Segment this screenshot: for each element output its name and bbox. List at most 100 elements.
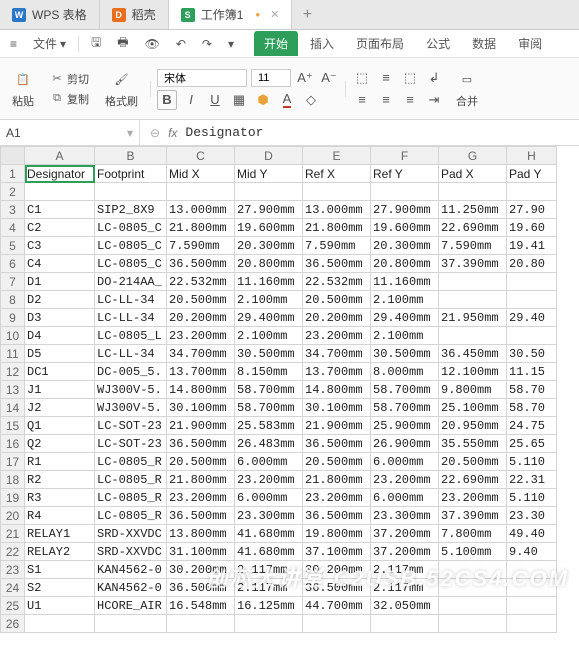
col-header[interactable]: F <box>371 147 439 165</box>
cell[interactable]: 19.41 <box>507 237 557 255</box>
cell[interactable] <box>439 597 507 615</box>
col-header[interactable]: G <box>439 147 507 165</box>
cell[interactable]: 30.100mm <box>303 399 371 417</box>
cell[interactable]: 20.300mm <box>371 237 439 255</box>
cell[interactable] <box>167 183 235 201</box>
cell[interactable]: 6.000mm <box>235 453 303 471</box>
cell[interactable]: 36.500mm <box>303 579 371 597</box>
cell[interactable]: 13.700mm <box>167 363 235 381</box>
cell[interactable]: SRD-XXVDC <box>95 525 167 543</box>
cell[interactable]: 22.532mm <box>303 273 371 291</box>
cell[interactable]: 11.15 <box>507 363 557 381</box>
cell[interactable]: LC-LL-34 <box>95 345 167 363</box>
row-header[interactable]: 4 <box>1 219 25 237</box>
cell[interactable]: 36.500mm <box>167 579 235 597</box>
cell[interactable]: 34.700mm <box>303 345 371 363</box>
cell[interactable]: 5.110 <box>507 453 557 471</box>
cell[interactable] <box>371 615 439 633</box>
cell[interactable]: 36.500mm <box>167 435 235 453</box>
col-header[interactable]: A <box>25 147 95 165</box>
align-middle-button[interactable]: ≡ <box>376 68 396 88</box>
cell[interactable]: 36.500mm <box>303 435 371 453</box>
cell[interactable]: LC-SOT-23 <box>95 417 167 435</box>
app-tab-docer[interactable]: D 稻壳 <box>100 0 169 29</box>
cell[interactable]: 20.950mm <box>439 417 507 435</box>
workbook-tab[interactable]: S 工作簿1 ● ✕ <box>169 0 293 29</box>
increase-font-button[interactable]: A⁺ <box>295 68 315 88</box>
cell[interactable]: KAN4562-0 <box>95 561 167 579</box>
cell[interactable]: 36.500mm <box>167 507 235 525</box>
cell[interactable]: 30.500mm <box>235 345 303 363</box>
cell[interactable]: 11.250mm <box>439 201 507 219</box>
cell[interactable]: 58.700mm <box>371 381 439 399</box>
fill-color-button[interactable]: ⬢ <box>253 90 273 110</box>
cell[interactable]: 30.500mm <box>371 345 439 363</box>
spreadsheet-grid[interactable]: A B C D E F G H 1DesignatorFootprintMid … <box>0 146 579 633</box>
cell[interactable]: 58.700mm <box>235 399 303 417</box>
cell[interactable]: D1 <box>25 273 95 291</box>
cell[interactable]: 9.800mm <box>439 381 507 399</box>
row-header[interactable]: 21 <box>1 525 25 543</box>
ribbon-tab-formula[interactable]: 公式 <box>416 31 460 56</box>
cell[interactable]: 20.500mm <box>439 453 507 471</box>
font-color-button[interactable]: A <box>277 90 297 110</box>
cell[interactable]: Ref X <box>303 165 371 183</box>
cell[interactable]: 20.200mm <box>167 309 235 327</box>
cell[interactable]: 22.31 <box>507 471 557 489</box>
cell[interactable]: 25.583mm <box>235 417 303 435</box>
fx-icon[interactable]: fx <box>168 126 177 140</box>
cell[interactable]: 49.40 <box>507 525 557 543</box>
row-header[interactable]: 3 <box>1 201 25 219</box>
ribbon-tab-review[interactable]: 审阅 <box>508 31 552 56</box>
cell[interactable]: 11.160mm <box>371 273 439 291</box>
cell[interactable] <box>235 615 303 633</box>
cell[interactable]: 22.532mm <box>167 273 235 291</box>
row-header[interactable]: 9 <box>1 309 25 327</box>
cell[interactable]: 19.600mm <box>371 219 439 237</box>
cell[interactable]: 23.200mm <box>303 327 371 345</box>
cell[interactable]: 13.800mm <box>167 525 235 543</box>
cell[interactable]: 13.000mm <box>303 201 371 219</box>
row-header[interactable]: 8 <box>1 291 25 309</box>
indent-button[interactable]: ⇥ <box>424 90 444 110</box>
cell[interactable]: 29.400mm <box>235 309 303 327</box>
cell[interactable]: 37.390mm <box>439 507 507 525</box>
cell[interactable]: SRD-XXVDC <box>95 543 167 561</box>
clear-format-button[interactable]: ◇ <box>301 90 321 110</box>
cell[interactable]: 6.000mm <box>371 489 439 507</box>
cell[interactable] <box>25 615 95 633</box>
cell[interactable]: 23.200mm <box>371 471 439 489</box>
align-right-button[interactable]: ≡ <box>400 90 420 110</box>
cell[interactable]: 26.483mm <box>235 435 303 453</box>
cell[interactable]: J1 <box>25 381 95 399</box>
cell[interactable]: LC-0805_C <box>95 237 167 255</box>
cell[interactable]: R4 <box>25 507 95 525</box>
cell[interactable]: 29.400mm <box>371 309 439 327</box>
more-qat[interactable]: ▾ <box>224 35 238 53</box>
cell[interactable] <box>439 615 507 633</box>
row-header[interactable]: 16 <box>1 435 25 453</box>
cell[interactable] <box>439 273 507 291</box>
cell[interactable] <box>303 615 371 633</box>
cell[interactable]: R1 <box>25 453 95 471</box>
cell[interactable]: 21.800mm <box>167 471 235 489</box>
cell[interactable]: 20.500mm <box>303 291 371 309</box>
cell[interactable]: 58.700mm <box>235 381 303 399</box>
align-left-button[interactable]: ≡ <box>352 90 372 110</box>
cell[interactable]: 29.40 <box>507 309 557 327</box>
cell[interactable]: 21.800mm <box>303 219 371 237</box>
cell[interactable] <box>507 579 557 597</box>
ribbon-tab-insert[interactable]: 插入 <box>300 31 344 56</box>
save-button[interactable]: 🖫 <box>87 31 105 56</box>
cancel-formula-icon[interactable]: ⊖ <box>150 126 160 140</box>
cell[interactable]: RELAY2 <box>25 543 95 561</box>
col-header[interactable]: D <box>235 147 303 165</box>
cell[interactable]: 7.590mm <box>303 237 371 255</box>
cell[interactable] <box>235 183 303 201</box>
cell[interactable]: 19.60 <box>507 219 557 237</box>
print-button[interactable]: 🖶 <box>113 31 132 56</box>
row-header[interactable]: 23 <box>1 561 25 579</box>
cell[interactable]: 2.100mm <box>371 291 439 309</box>
bold-button[interactable]: B <box>157 90 177 110</box>
cell[interactable]: 30.200mm <box>167 561 235 579</box>
